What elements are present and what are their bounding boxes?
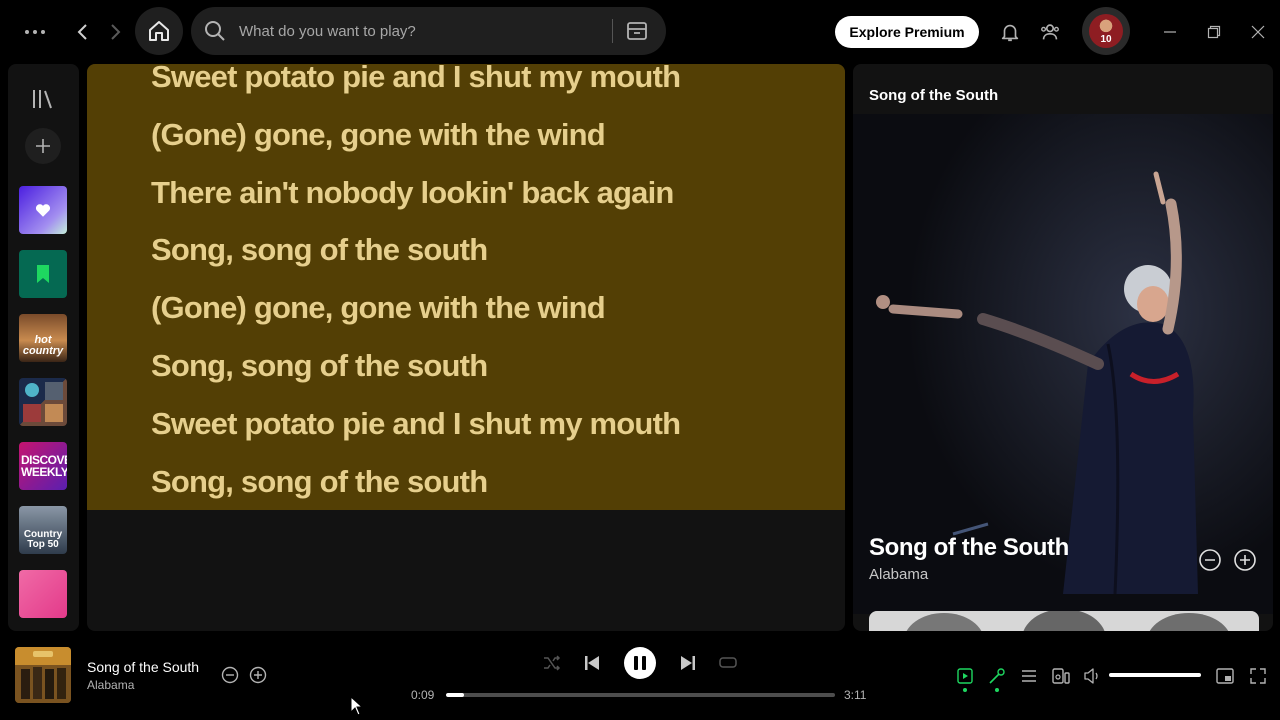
miniplayer-icon[interactable] [1215, 666, 1235, 686]
now-playing-title[interactable]: Song of the South [869, 534, 1069, 562]
library-icon[interactable] [30, 86, 56, 112]
search-input[interactable] [239, 19, 599, 43]
total-duration: 3:11 [844, 688, 867, 702]
minimize-icon[interactable] [1158, 20, 1182, 44]
track-artist[interactable]: Alabama [87, 678, 134, 692]
active-indicator [963, 688, 967, 692]
top-bar: Explore Premium 10 [0, 0, 1280, 64]
sidebar-item-playlist-mix[interactable] [19, 378, 67, 426]
avatar[interactable]: 10 [1082, 7, 1130, 55]
connect-device-icon[interactable] [1051, 666, 1071, 686]
forward-icon[interactable] [102, 16, 128, 48]
country-top-50-label: Country Top 50 [23, 529, 63, 550]
remove-circle-icon[interactable] [221, 666, 239, 684]
now-playing-header[interactable]: Song of the South [869, 87, 998, 104]
home-icon[interactable] [135, 7, 183, 55]
sidebar-item-country-top-50[interactable]: Country Top 50 [19, 506, 67, 554]
sidebar-item-saved-episodes[interactable] [19, 250, 67, 298]
heart-icon [35, 204, 51, 217]
playlist-mix-artwork [23, 382, 63, 422]
track-title[interactable]: Song of the South [87, 659, 199, 675]
sidebar-item-liked-songs[interactable] [19, 186, 67, 234]
plus-icon [36, 139, 50, 153]
lyric-line[interactable]: Song, song of the south [151, 232, 488, 268]
hot-country-label: hot country [22, 334, 64, 357]
volume-slider[interactable] [1109, 673, 1201, 677]
add-circle-icon[interactable] [1233, 548, 1257, 572]
album-art[interactable] [15, 647, 71, 703]
previous-icon[interactable] [582, 654, 602, 672]
now-playing-view-icon[interactable] [955, 666, 975, 686]
friend-activity-icon[interactable] [1038, 20, 1062, 44]
artist-card-image[interactable] [869, 611, 1259, 631]
lyric-line[interactable]: There ain't nobody lookin' back again [151, 175, 674, 211]
search-icon [203, 19, 227, 43]
progress-fill [446, 693, 465, 697]
search-bar [191, 7, 666, 55]
more-options-icon[interactable] [18, 16, 52, 48]
library-sidebar: hot country DISCOVER WEEKLY Country Top … [8, 64, 79, 631]
lyric-line[interactable]: Song, song of the south [151, 464, 488, 500]
lyrics-panel: Sweet potato pie and I shut my mouth (Go… [87, 64, 845, 631]
repeat-icon[interactable] [718, 654, 738, 672]
now-playing-artist[interactable]: Alabama [869, 566, 928, 583]
lyric-line[interactable]: (Gone) gone, gone with the wind [151, 290, 606, 326]
player-bar: Song of the South Alabama 0:09 3:11 [0, 639, 1280, 720]
lyric-line[interactable]: Song, song of the south [151, 348, 488, 384]
avatar-number: 10 [1100, 34, 1112, 45]
elapsed-time: 0:09 [411, 688, 435, 702]
lyric-line[interactable]: (Gone) gone, gone with the wind [151, 117, 606, 153]
close-icon[interactable] [1246, 20, 1270, 44]
sidebar-item-discover-weekly[interactable]: DISCOVER WEEKLY [19, 442, 67, 490]
lyrics-icon[interactable] [987, 666, 1007, 686]
bell-icon[interactable] [998, 20, 1022, 44]
create-playlist-button[interactable] [25, 128, 61, 164]
sidebar-item-hot-country[interactable]: hot country [19, 314, 67, 362]
mouse-cursor-icon [350, 695, 364, 716]
search-divider [612, 19, 613, 43]
next-icon[interactable] [678, 654, 698, 672]
shuffle-icon[interactable] [542, 654, 562, 672]
discover-weekly-label: DISCOVER WEEKLY [21, 453, 67, 479]
now-playing-panel: Song of the South Song of the South Alab… [853, 64, 1273, 631]
back-icon[interactable] [70, 16, 96, 48]
pause-button[interactable] [624, 647, 656, 679]
queue-icon[interactable] [1019, 666, 1039, 686]
restore-icon[interactable] [1202, 20, 1226, 44]
volume-fill [1109, 673, 1201, 677]
volume-icon[interactable] [1083, 666, 1103, 686]
fullscreen-icon[interactable] [1248, 666, 1268, 686]
pause-icon [634, 656, 646, 670]
remove-circle-icon[interactable] [1198, 548, 1222, 572]
active-indicator [995, 688, 999, 692]
lyric-line[interactable]: Sweet potato pie and I shut my mouth [151, 64, 681, 95]
bookmark-icon [37, 265, 49, 283]
add-circle-icon[interactable] [249, 666, 267, 684]
explore-premium-button[interactable]: Explore Premium [835, 16, 979, 48]
lyric-line[interactable]: Sweet potato pie and I shut my mouth [151, 406, 681, 442]
progress-bar[interactable] [446, 693, 835, 697]
browse-icon[interactable] [625, 19, 649, 43]
sidebar-item-pink-playlist[interactable] [19, 570, 67, 618]
